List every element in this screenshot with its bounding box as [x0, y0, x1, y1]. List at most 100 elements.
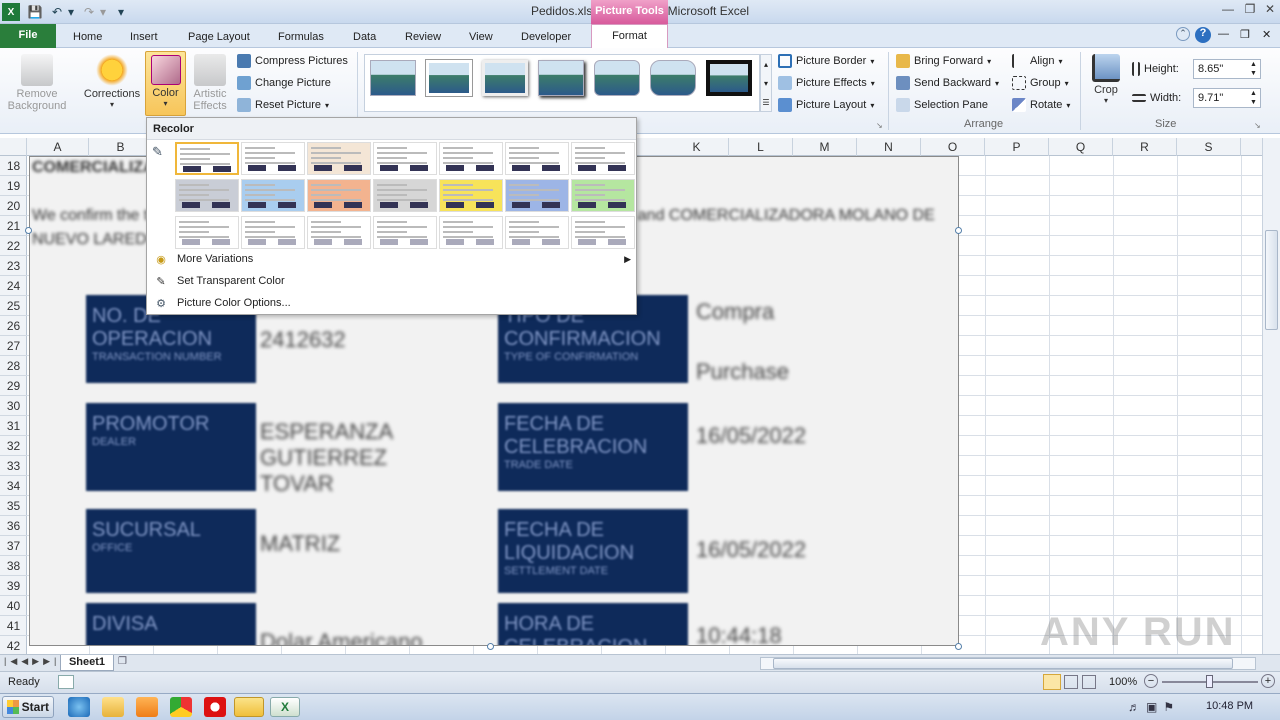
row-header[interactable]: 26	[0, 316, 27, 336]
row-header[interactable]: 28	[0, 356, 27, 376]
page-break-view-icon[interactable]	[1082, 675, 1096, 689]
row-header[interactable]: 31	[0, 416, 27, 436]
height-spinner[interactable]: ▲ ▼	[1250, 60, 1257, 78]
zoom-slider-thumb[interactable]	[1206, 675, 1213, 688]
size-dialog-launcher-icon[interactable]: ↘	[1254, 121, 1261, 130]
zoom-in-icon[interactable]: +	[1261, 674, 1275, 688]
picture-style-3[interactable]	[482, 60, 528, 96]
column-header[interactable]: R	[1113, 138, 1177, 156]
tray-icons[interactable]: ♬▣⚑	[1128, 700, 1180, 714]
excel-task-icon[interactable]: X	[270, 697, 300, 717]
rotate-button[interactable]: Rotate ▾	[1012, 95, 1070, 115]
row-header[interactable]: 30	[0, 396, 27, 416]
group-button[interactable]: Group ▾	[1012, 73, 1069, 93]
row-header[interactable]: 39	[0, 576, 27, 596]
width-spinner[interactable]: ▲ ▼	[1250, 89, 1257, 107]
tab-insert[interactable]: Insert	[130, 28, 158, 46]
row-header[interactable]: 25	[0, 296, 27, 316]
tab-review[interactable]: Review	[405, 28, 441, 46]
recolor-swatch[interactable]	[241, 179, 305, 212]
recolor-swatch[interactable]	[439, 179, 503, 212]
h-scroll-thumb[interactable]	[773, 658, 1233, 669]
row-header[interactable]: 42	[0, 636, 27, 656]
reset-picture-button[interactable]: Reset Picture ▾	[237, 95, 329, 115]
recolor-swatch[interactable]	[571, 216, 635, 249]
row-header[interactable]: 19	[0, 176, 27, 196]
row-header[interactable]: 24	[0, 276, 27, 296]
clock[interactable]: 10:48 PM	[1206, 700, 1253, 712]
tab-data[interactable]: Data	[353, 28, 376, 46]
picture-style-4[interactable]	[538, 60, 584, 96]
tab-view[interactable]: View	[469, 28, 493, 46]
row-header[interactable]: 32	[0, 436, 27, 456]
align-button[interactable]: Align ▾	[1012, 51, 1062, 71]
compress-pictures-button[interactable]: Compress Pictures	[237, 51, 348, 71]
sheet-nav-arrows[interactable]: |◀◀▶▶|	[4, 656, 60, 667]
insert-sheet-icon[interactable]: ❐	[118, 656, 140, 670]
recolor-swatch[interactable]	[439, 142, 503, 175]
row-header[interactable]: 29	[0, 376, 27, 396]
picture-effects-button[interactable]: Picture Effects ▾	[778, 73, 875, 93]
artistic-effects-button[interactable]: Artistic Effects	[188, 54, 232, 112]
column-header[interactable]: N	[857, 138, 921, 156]
more-variations-item[interactable]: ◉ More Variations ▶	[153, 248, 631, 270]
tab-home[interactable]: Home	[73, 28, 102, 46]
recolor-swatch[interactable]	[175, 216, 239, 249]
resize-handle[interactable]	[955, 643, 962, 650]
vertical-scrollbar[interactable]	[1262, 138, 1280, 654]
picture-style-1[interactable]	[370, 60, 416, 96]
picture-style-6[interactable]	[650, 60, 696, 96]
opera-icon[interactable]	[204, 697, 226, 717]
recolor-swatch[interactable]	[373, 142, 437, 175]
zoom-out-icon[interactable]: −	[1144, 674, 1158, 688]
corrections-button[interactable]: Corrections ▾	[80, 54, 144, 109]
color-button[interactable]: Color ▾	[145, 51, 186, 116]
min-doc-icon[interactable]: —	[1218, 28, 1229, 40]
tab-file[interactable]: File	[0, 24, 56, 48]
column-header[interactable]: S	[1177, 138, 1241, 156]
row-header[interactable]: 20	[0, 196, 27, 216]
column-header[interactable]: M	[793, 138, 857, 156]
collapse-ribbon-icon[interactable]: ⌃	[1176, 27, 1190, 41]
recolor-swatch[interactable]	[175, 142, 239, 175]
picture-layout-button[interactable]: Picture Layout ▾	[778, 95, 874, 115]
row-header[interactable]: 38	[0, 556, 27, 576]
row-header[interactable]: 41	[0, 616, 27, 636]
bring-forward-button[interactable]: Bring Forward ▾	[896, 51, 991, 71]
row-header[interactable]: 21	[0, 216, 27, 236]
row-header[interactable]: 18	[0, 156, 27, 176]
column-header[interactable]: Q	[1049, 138, 1113, 156]
explorer-icon[interactable]	[102, 697, 124, 717]
column-header[interactable]: P	[985, 138, 1049, 156]
tab-page-layout[interactable]: Page Layout	[188, 28, 250, 46]
resize-handle[interactable]	[487, 643, 494, 650]
recolor-swatch[interactable]	[505, 142, 569, 175]
picture-color-options-item[interactable]: ⚙ Picture Color Options...	[153, 292, 631, 314]
recolor-swatch[interactable]	[307, 142, 371, 175]
row-header[interactable]: 35	[0, 496, 27, 516]
column-header[interactable]: A	[27, 138, 89, 156]
chrome-icon[interactable]	[170, 697, 192, 717]
zoom-level[interactable]: 100%	[1109, 676, 1137, 688]
row-header[interactable]: 27	[0, 336, 27, 356]
crop-button[interactable]: Crop ▾	[1088, 54, 1124, 105]
macro-record-icon[interactable]	[58, 675, 74, 689]
resize-handle[interactable]	[955, 227, 962, 234]
recolor-swatch[interactable]	[307, 216, 371, 249]
page-layout-view-icon[interactable]	[1064, 675, 1078, 689]
row-header[interactable]: 34	[0, 476, 27, 496]
restore-icon[interactable]: ❐	[1240, 2, 1260, 20]
ie-icon[interactable]	[68, 697, 90, 717]
outlook-task-icon[interactable]	[234, 697, 264, 717]
start-button[interactable]: Start	[2, 696, 54, 718]
recolor-swatch[interactable]	[307, 179, 371, 212]
column-header[interactable]: L	[729, 138, 793, 156]
restore-doc-icon[interactable]: ❐	[1240, 28, 1250, 41]
column-header[interactable]: B	[89, 138, 153, 156]
dialog-launcher-icon[interactable]: ↘	[876, 121, 883, 130]
tab-formulas[interactable]: Formulas	[278, 28, 324, 46]
recolor-swatch[interactable]	[505, 179, 569, 212]
recolor-swatch[interactable]	[505, 216, 569, 249]
column-header[interactable]: O	[921, 138, 985, 156]
gallery-scroll[interactable]: ▴ ▾ ☰	[760, 54, 772, 112]
